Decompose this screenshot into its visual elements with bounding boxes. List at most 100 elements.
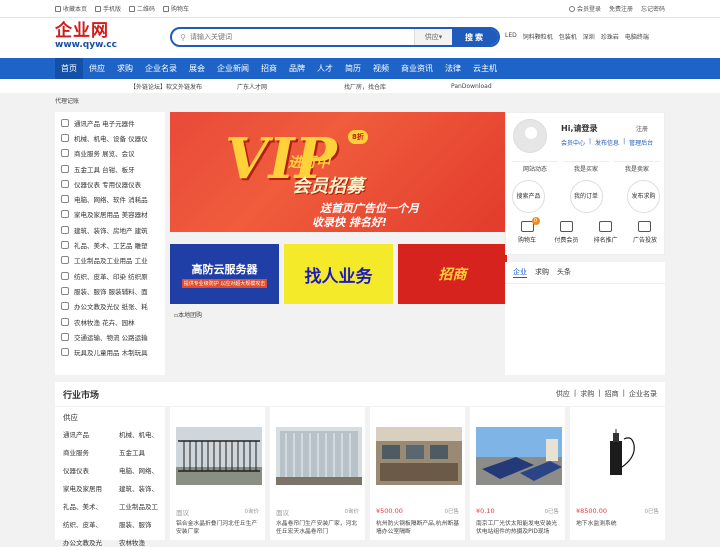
search-type-select[interactable]: 供应 ▾ bbox=[414, 29, 452, 45]
nav-company[interactable]: 企业名录 bbox=[139, 58, 183, 79]
hot-keyword[interactable]: 深圳 bbox=[583, 32, 595, 41]
member-center-link[interactable]: 会员中心 bbox=[561, 138, 585, 147]
ad-find-people[interactable]: 找人业务 bbox=[284, 244, 393, 304]
my-orders-button[interactable]: 我的订单 bbox=[569, 180, 603, 213]
paid-member-button[interactable]: 付费会员 bbox=[547, 221, 585, 244]
post-buy-button[interactable]: 发布求购 bbox=[627, 180, 660, 213]
search-product-button[interactable]: 搜索产品 bbox=[512, 180, 545, 213]
supply-category[interactable]: 工业制品及工 bbox=[119, 501, 159, 511]
forgot-password-link[interactable]: 忘记密码 bbox=[641, 4, 665, 13]
subnav-link[interactable]: 广东人才网 bbox=[237, 82, 344, 91]
category-item[interactable]: 建筑、装饰、房地产 建筑 bbox=[55, 222, 165, 237]
tab-company[interactable]: 企业 bbox=[513, 267, 527, 278]
product-title[interactable]: 水晶卷帘门生产安装厂家，河北任丘宏天水晶卷帘门 bbox=[276, 520, 362, 536]
tab-headline[interactable]: 头条 bbox=[557, 267, 571, 278]
market-link-buy[interactable]: 求购 bbox=[580, 389, 594, 399]
supply-category[interactable]: 机械、机电、 bbox=[119, 429, 159, 439]
supply-category[interactable]: 商业服务 bbox=[63, 447, 119, 457]
nav-law[interactable]: 法律 bbox=[439, 58, 467, 79]
register-link[interactable]: 注册 bbox=[636, 124, 648, 133]
product-title[interactable]: 铝合金水晶折叠门河北任丘生产安装厂家 bbox=[176, 520, 262, 536]
login-link[interactable]: 会员登录 bbox=[568, 4, 601, 13]
supply-category[interactable]: 建筑、装饰、 bbox=[119, 483, 159, 493]
tab-buy[interactable]: 求购 bbox=[535, 267, 549, 278]
cart-button[interactable]: 0 购物车 bbox=[508, 217, 546, 244]
supply-category[interactable]: 通讯产品 bbox=[63, 429, 119, 439]
category-item[interactable]: 服装、服饰 服装辅料、面 bbox=[55, 283, 165, 298]
nav-cloud[interactable]: 云主机 bbox=[467, 58, 503, 79]
subnav-link[interactable]: 【外链论坛】软文外链发布 bbox=[130, 82, 237, 91]
register-link[interactable]: 免费注册 bbox=[609, 4, 633, 13]
subnav-link[interactable]: PanDownload bbox=[451, 83, 558, 90]
nav-brand[interactable]: 品牌 bbox=[283, 58, 311, 79]
market-link-company[interactable]: 企业名录 bbox=[629, 389, 657, 399]
category-item[interactable]: 礼品、美术、工艺品 雕塑 bbox=[55, 237, 165, 252]
category-item[interactable]: 办公文教及光仪 纸张、耗 bbox=[55, 299, 165, 314]
ad-cloud-server[interactable]: 高防云服务器 提供专业级防护 以应对超大规模攻击 bbox=[170, 244, 279, 304]
nav-news[interactable]: 企业新闻 bbox=[211, 58, 255, 79]
supply-category[interactable]: 礼品、美术、 bbox=[63, 501, 119, 511]
cart-link[interactable]: 购物车 bbox=[163, 4, 189, 13]
category-item[interactable]: 电脑、网络、软件 消耗品 bbox=[55, 191, 165, 206]
hot-keyword[interactable]: 珍珠岩 bbox=[601, 32, 619, 41]
agent-link[interactable]: 代理记账 bbox=[0, 93, 720, 107]
nav-video[interactable]: 视频 bbox=[367, 58, 395, 79]
category-item[interactable]: 家电及家居用品 美容器材 bbox=[55, 207, 165, 222]
subnav-link[interactable]: 找厂房，找仓库 bbox=[344, 82, 451, 91]
supply-category[interactable]: 服装、服饰 bbox=[119, 519, 159, 529]
hot-keyword[interactable]: 包装机 bbox=[559, 32, 577, 41]
tab-seller[interactable]: 我是卖家 bbox=[614, 161, 660, 175]
category-item[interactable]: 交通运输、物流 公路运输 bbox=[55, 329, 165, 344]
product-card[interactable]: 面议 0询价 水晶卷帘门生产安装厂家，河北任丘宏天水晶卷帘门 bbox=[270, 407, 365, 540]
supply-category[interactable]: 农林牧渔 bbox=[119, 537, 159, 547]
broken-image-link[interactable]: ▫本地团购 bbox=[174, 310, 202, 319]
category-item[interactable]: 通讯产品 电子元器件 bbox=[55, 115, 165, 130]
nav-talent[interactable]: 人才 bbox=[311, 58, 339, 79]
product-card[interactable]: ¥8500.00 0已售 地下水监测系统 bbox=[570, 407, 665, 540]
search-input[interactable] bbox=[190, 29, 414, 45]
category-item[interactable]: 玩具及儿童用品 木制玩具 bbox=[55, 344, 165, 359]
market-link-invest[interactable]: 招商 bbox=[605, 389, 619, 399]
tab-site-news[interactable]: 网站动态 bbox=[512, 161, 558, 175]
tab-buyer[interactable]: 我是买家 bbox=[563, 161, 609, 175]
product-title[interactable]: 地下水监测系统 bbox=[576, 520, 662, 528]
hot-keyword[interactable]: 电脑终端 bbox=[625, 32, 649, 41]
product-card[interactable]: ¥0.10 0已售 南京工厂光伏太阳能发电安装光伏电站组件的热摄及PID现场 bbox=[470, 407, 565, 540]
nav-info[interactable]: 商业资讯 bbox=[395, 58, 439, 79]
nav-resume[interactable]: 简历 bbox=[339, 58, 367, 79]
category-item[interactable]: 农林牧渔 花卉、园林 bbox=[55, 314, 165, 329]
category-item[interactable]: 机械、机电、设备 仪器仪 bbox=[55, 130, 165, 145]
product-card[interactable]: 面议 0询价 铝合金水晶折叠门河北任丘生产安装厂家 bbox=[170, 407, 265, 540]
nav-expo[interactable]: 展会 bbox=[183, 58, 211, 79]
product-title[interactable]: 杭州防火钢板隔断产品,杭州断基墙办公室隔断 bbox=[376, 520, 462, 536]
product-title[interactable]: 南京工厂光伏太阳能发电安装光伏电站组件的热摄及PID现场 bbox=[476, 520, 562, 536]
supply-category[interactable]: 电脑、网络、 bbox=[119, 465, 159, 475]
hot-keyword[interactable]: LED bbox=[505, 32, 517, 41]
vip-banner[interactable]: VIP 8折 进行中 会员招募 送首页广告位一个月 收录快 排名好! bbox=[170, 112, 507, 232]
supply-category[interactable]: 五金工具 bbox=[119, 447, 159, 457]
nav-supply[interactable]: 供应 bbox=[83, 58, 111, 79]
market-link-supply[interactable]: 供应 bbox=[556, 389, 570, 399]
bookmark-link[interactable]: 收藏本页 bbox=[55, 4, 87, 13]
search-button[interactable]: 搜索 bbox=[452, 29, 498, 45]
nav-buy[interactable]: 求购 bbox=[111, 58, 139, 79]
login-greeting[interactable]: Hi,请登录 bbox=[561, 123, 597, 134]
supply-category[interactable]: 家电及家居用 bbox=[63, 483, 119, 493]
category-item[interactable]: 纺织、皮革、印染 纺织原 bbox=[55, 268, 165, 283]
nav-invest[interactable]: 招商 bbox=[255, 58, 283, 79]
category-item[interactable]: 仪器仪表 专用仪器仪表 bbox=[55, 176, 165, 191]
nav-home[interactable]: 首页 bbox=[55, 58, 83, 79]
supply-category[interactable]: 纺织、皮革、 bbox=[63, 519, 119, 529]
rank-promo-button[interactable]: 排名推广 bbox=[587, 221, 625, 244]
category-item[interactable]: 工业制品及工业用品 工业 bbox=[55, 253, 165, 268]
category-item[interactable]: 五金工具 台钳、板牙 bbox=[55, 161, 165, 176]
product-card[interactable]: ¥500.00 0已售 杭州防火钢板隔断产品,杭州断基墙办公室隔断 bbox=[370, 407, 465, 540]
hot-keyword[interactable]: 饲料颗粒机 bbox=[523, 32, 553, 41]
post-info-link[interactable]: 发布信息 bbox=[595, 138, 619, 147]
supply-category[interactable]: 仪器仪表 bbox=[63, 465, 119, 475]
admin-link[interactable]: 管理后台 bbox=[629, 138, 653, 147]
ad-investment[interactable]: 招商 bbox=[398, 244, 507, 304]
supply-category[interactable]: 办公文教及光 bbox=[63, 537, 119, 547]
ad-place-button[interactable]: 广告投放 bbox=[626, 221, 664, 244]
category-item[interactable]: 商业服务 展览、会议 bbox=[55, 146, 165, 161]
